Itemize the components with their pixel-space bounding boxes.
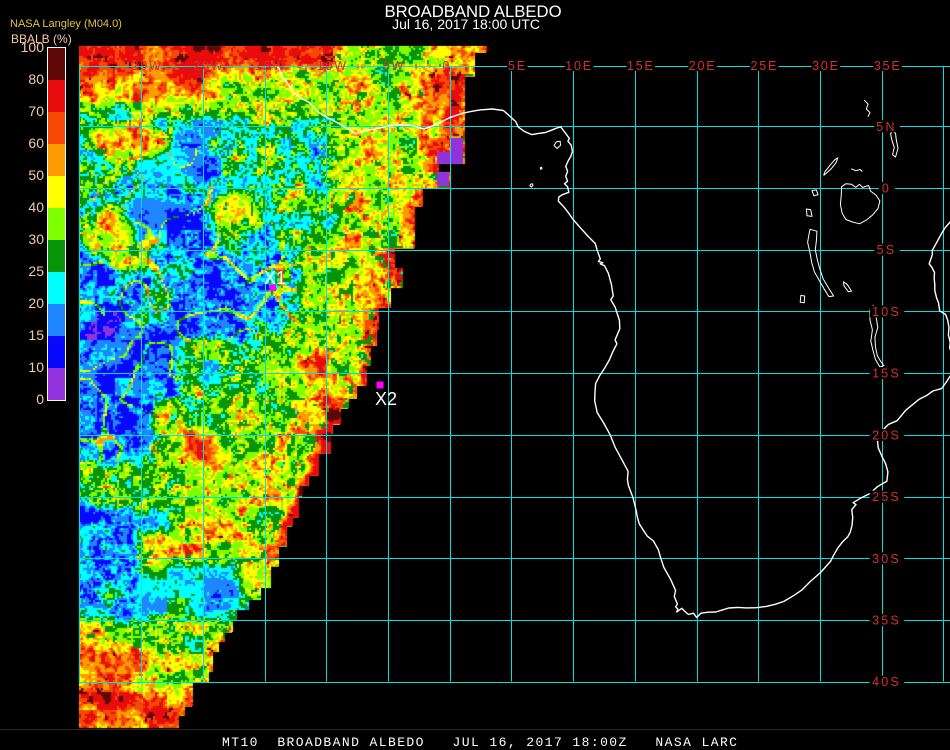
svg-text:25W: 25W	[132, 59, 163, 73]
svg-text:10E: 10E	[565, 59, 593, 73]
svg-text:20W: 20W	[193, 59, 224, 73]
svg-text:35S: 35S	[872, 614, 901, 628]
svg-text:35E: 35E	[874, 59, 902, 73]
svg-text:15S: 15S	[872, 367, 901, 381]
svg-text:30S: 30S	[872, 552, 901, 566]
svg-text:X1: X1	[264, 268, 286, 288]
svg-text:15E: 15E	[627, 59, 655, 73]
svg-text:25: 25	[28, 263, 44, 279]
svg-text:15: 15	[28, 327, 44, 343]
svg-text:5N: 5N	[876, 120, 896, 134]
svg-text:25S: 25S	[872, 490, 901, 504]
svg-text:0: 0	[882, 182, 891, 196]
svg-text:10: 10	[28, 359, 44, 375]
svg-text:Jul 16, 2017 18:00 UTC: Jul 16, 2017 18:00 UTC	[392, 16, 540, 32]
svg-text:10S: 10S	[872, 305, 901, 319]
svg-text:10W: 10W	[317, 59, 348, 73]
svg-text:60: 60	[28, 135, 44, 151]
svg-text:0: 0	[442, 59, 451, 73]
svg-text:40S: 40S	[872, 675, 901, 689]
svg-text:20E: 20E	[689, 59, 717, 73]
svg-text:0: 0	[36, 391, 44, 407]
svg-text:20: 20	[28, 295, 44, 311]
svg-text:40: 40	[28, 199, 44, 215]
svg-text:15W: 15W	[255, 59, 286, 73]
svg-text:25E: 25E	[750, 59, 778, 73]
svg-text:30: 30	[28, 231, 44, 247]
svg-text:50: 50	[28, 167, 44, 183]
svg-text:BBALB (%): BBALB (%)	[11, 32, 72, 46]
svg-text:NASA Langley (M04.0): NASA Langley (M04.0)	[10, 18, 122, 30]
svg-text:X2: X2	[375, 389, 397, 409]
svg-text:20S: 20S	[872, 428, 901, 442]
svg-text:30E: 30E	[812, 59, 840, 73]
svg-text:5E: 5E	[508, 59, 527, 73]
svg-text:70: 70	[28, 103, 44, 119]
svg-text:MT10 BROADBAND ALBEDO JUL 1: MT10 BROADBAND ALBEDO JUL 16, 2017 18:00…	[222, 735, 738, 750]
svg-text:80: 80	[28, 71, 44, 87]
svg-text:5S: 5S	[877, 243, 897, 257]
svg-text:5W: 5W	[383, 59, 405, 73]
